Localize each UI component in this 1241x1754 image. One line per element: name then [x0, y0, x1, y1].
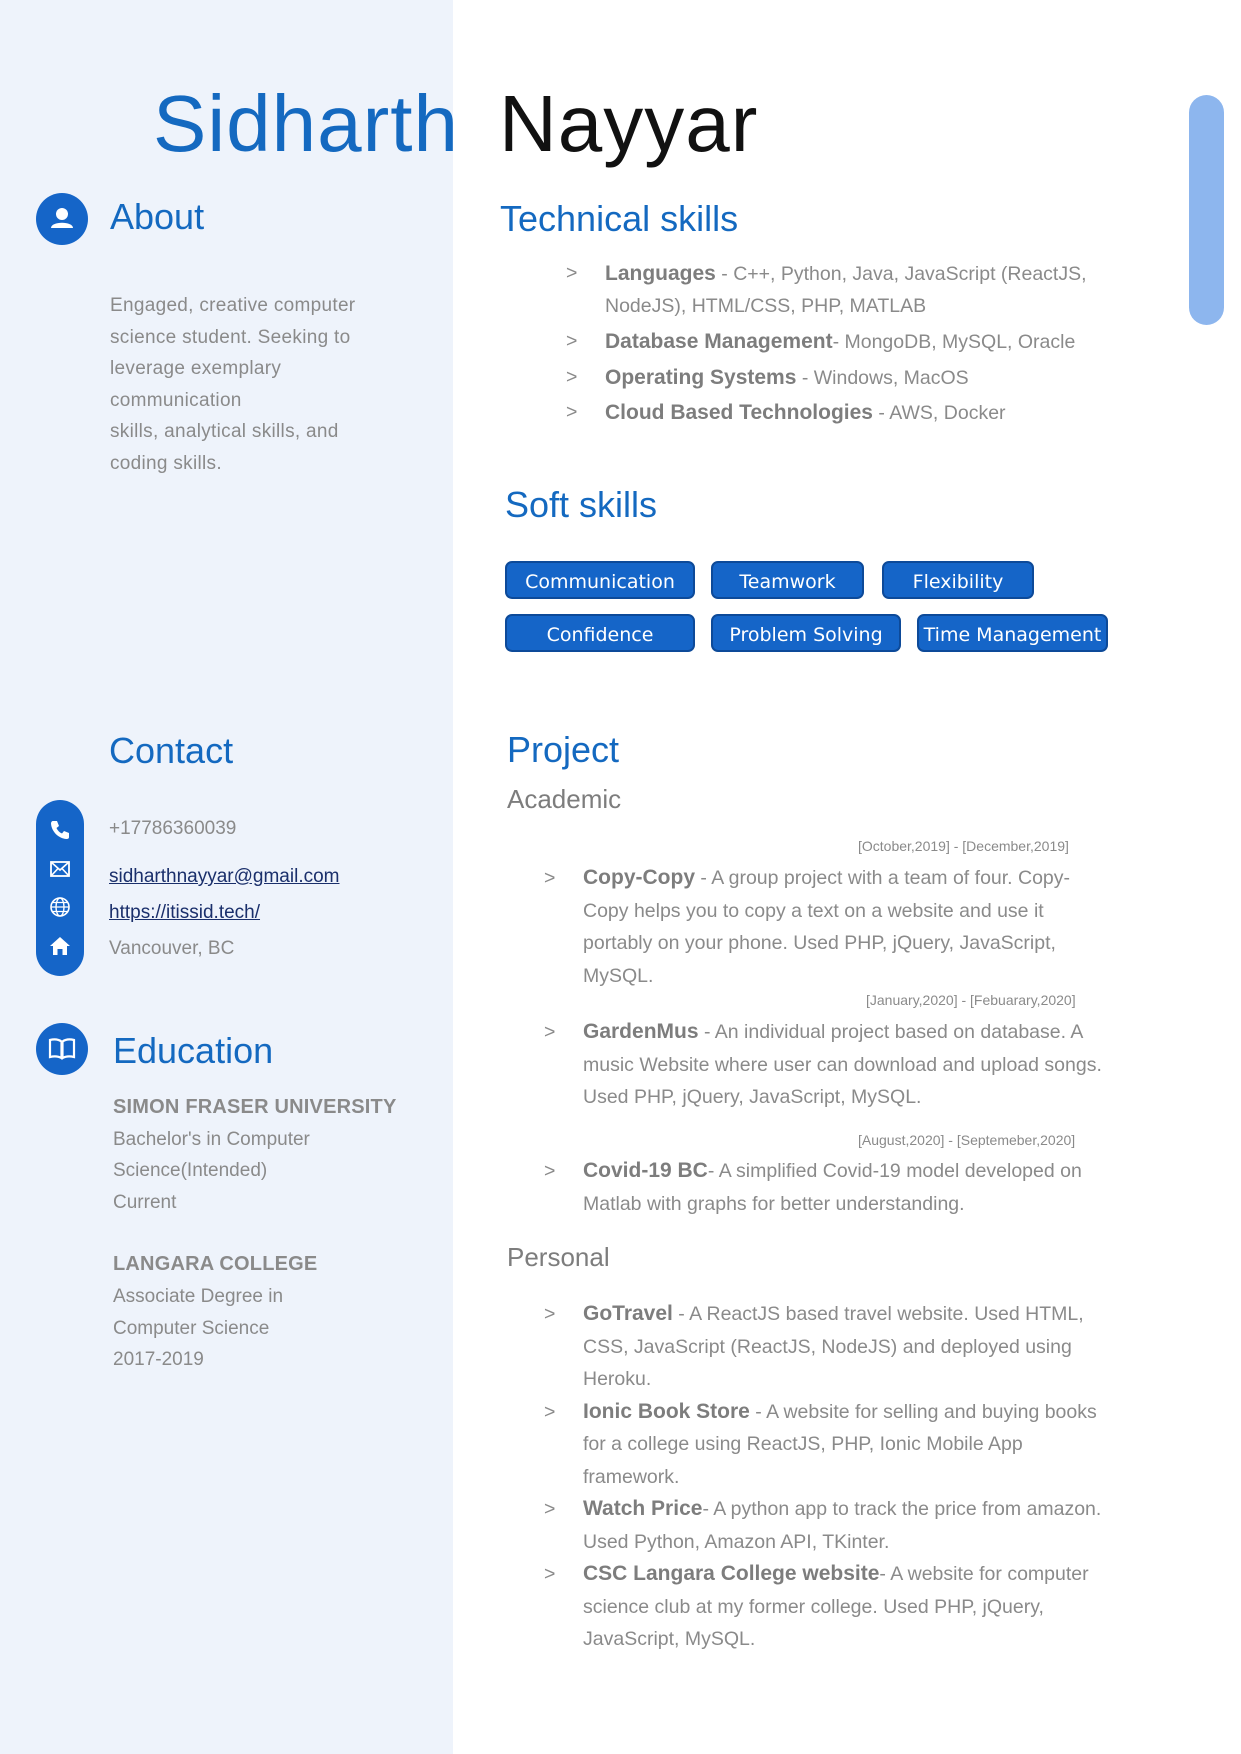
about-line: leverage exemplary — [110, 358, 282, 379]
email-link[interactable]: sidharthnayyar@gmail.com — [109, 866, 340, 887]
list-item: > Covid-19 BC- A simplified Covid-19 mod… — [544, 1155, 1114, 1220]
about-line: Engaged, creative computer — [110, 295, 356, 316]
education-school: SIMON FRASER UNIVERSITY — [113, 1096, 397, 1118]
home-icon — [50, 937, 70, 955]
contact-icon-bar — [36, 800, 84, 976]
about-line: communication — [110, 389, 242, 411]
project-entry: > GardenMus - An individual project base… — [544, 1016, 1114, 1114]
arrow-bullet-icon: > — [544, 867, 556, 889]
project-entry: > Covid-19 BC- A simplified Covid-19 mod… — [544, 1155, 1114, 1220]
arrow-bullet-icon: > — [544, 1160, 556, 1182]
contact-location: Vancouver, BC — [109, 938, 235, 959]
list-item: > CSC Langara College website- A website… — [544, 1558, 1114, 1656]
project-date: [August,2020] - [Septemeber,2020] — [858, 1132, 1076, 1148]
project-entry: > Copy-Copy - A group project with a tea… — [544, 862, 1114, 992]
personal-heading: Personal — [507, 1242, 610, 1272]
phone-icon — [51, 821, 69, 839]
contact-heading: Contact — [109, 730, 234, 771]
arrow-bullet-icon: > — [544, 1563, 556, 1585]
skill-chip: Flexibility — [882, 561, 1034, 599]
book-icon — [36, 1023, 88, 1075]
education-line: 2017-2019 — [113, 1349, 204, 1370]
arrow-bullet-icon: > — [544, 1400, 556, 1423]
arrow-bullet-icon: > — [566, 401, 578, 423]
soft-skills-heading: Soft skills — [505, 484, 658, 525]
resume-name: Sidharth Nayyar — [153, 78, 758, 170]
list-item: > Languages - C++, Python, Java, JavaScr… — [566, 258, 1126, 322]
education-line: Computer Science — [113, 1318, 270, 1339]
personal-project-list: > GoTravel - A ReactJS based travel webs… — [544, 1298, 1114, 1656]
arrow-bullet-icon: > — [544, 1303, 556, 1325]
list-item: > GardenMus - An individual project base… — [544, 1016, 1114, 1114]
education-line: Science(Intended) — [113, 1160, 268, 1181]
technical-skills-heading: Technical skills — [500, 198, 739, 239]
mail-icon — [50, 861, 70, 877]
skill-chip: Time Management — [917, 614, 1108, 652]
arrow-bullet-icon: > — [566, 365, 578, 388]
arrow-bullet-icon: > — [544, 1021, 556, 1043]
skill-chip: Confidence — [505, 614, 695, 652]
academic-heading: Academic — [507, 784, 622, 814]
about-line: science student. Seeking to — [110, 326, 351, 348]
project-heading: Project — [507, 729, 620, 770]
education-heading: Education — [113, 1030, 274, 1071]
skill-chip: Communication — [505, 561, 695, 599]
list-item: > Cloud Based Technologies - AWS, Docker — [566, 397, 1126, 430]
arrow-bullet-icon: > — [544, 1498, 556, 1520]
about-line: coding skills. — [110, 452, 222, 474]
education-school: LANGARA COLLEGE — [113, 1253, 318, 1275]
about-text: Engaged, creative computer science stude… — [110, 290, 390, 479]
arrow-bullet-icon: > — [566, 262, 578, 284]
first-name: Sidharth — [153, 79, 459, 168]
list-item: > Database Management- MongoDB, MySQL, O… — [566, 326, 1126, 359]
about-line: skills, analytical skills, and — [110, 421, 339, 442]
last-name: Nayyar — [498, 79, 759, 168]
technical-skills-list: > Languages - C++, Python, Java, JavaScr… — [566, 258, 1126, 430]
contact-phone: +17786360039 — [109, 818, 237, 839]
education-line: Associate Degree in — [113, 1286, 284, 1307]
about-heading: About — [110, 196, 205, 237]
contact-website[interactable]: https://itissid.tech/ — [109, 902, 260, 924]
list-item: > Copy-Copy - A group project with a tea… — [544, 862, 1114, 992]
list-item: > Operating Systems - Windows, MacOS — [566, 362, 1126, 395]
list-item: > Ionic Book Store - A website for selli… — [544, 1396, 1114, 1494]
education-line: Bachelor's in Computer — [113, 1129, 310, 1150]
skill-chip: Teamwork — [711, 561, 864, 599]
skill-chip: Problem Solving — [711, 614, 901, 652]
user-icon — [36, 193, 88, 245]
list-item: > GoTravel - A ReactJS based travel webs… — [544, 1298, 1114, 1396]
list-item: > Watch Price- A python app to track the… — [544, 1493, 1114, 1558]
scrollbar-thumb[interactable] — [1189, 95, 1224, 325]
project-date: [January,2020] - [Febuarary,2020] — [866, 992, 1076, 1008]
project-date: [October,2019] - [December,2019] — [858, 838, 1069, 854]
education-line: Current — [113, 1192, 177, 1213]
contact-email[interactable]: sidharthnayyar@gmail.com — [109, 866, 340, 888]
arrow-bullet-icon: > — [566, 330, 578, 352]
website-link[interactable]: https://itissid.tech/ — [109, 902, 260, 923]
globe-icon — [50, 897, 70, 917]
